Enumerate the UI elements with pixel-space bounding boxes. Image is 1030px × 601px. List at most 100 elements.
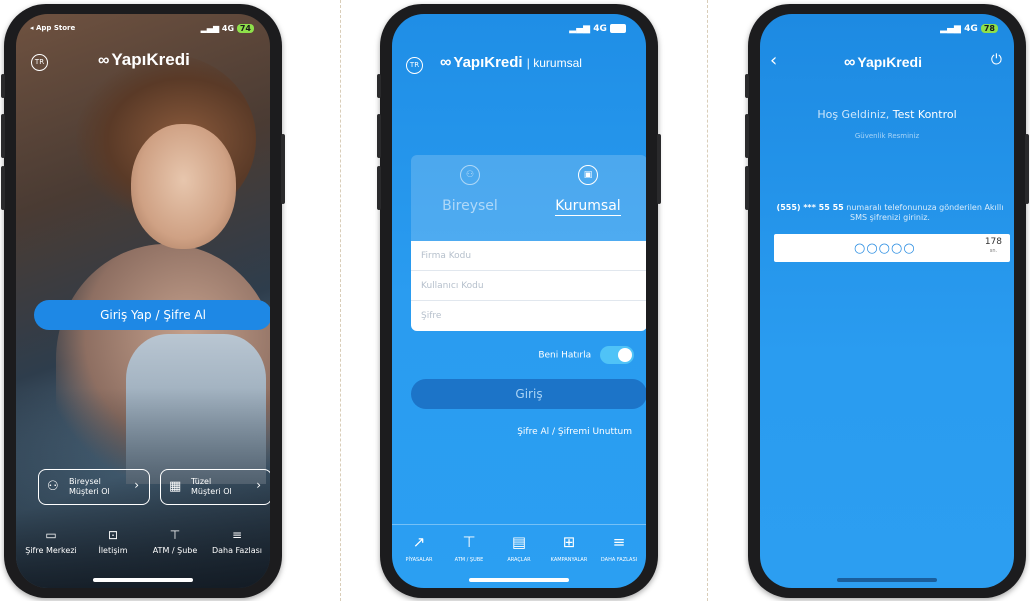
status-bar: ▂▄▆ 4G 78: [940, 24, 998, 34]
sms-verify-screen: ▂▄▆ 4G 78 ‹ ∞ YapıKredi ⏻ Hoş Geldiniz, T…: [760, 14, 1014, 588]
atm-icon: ⊤: [462, 533, 476, 551]
login-button[interactable]: Giriş: [411, 379, 646, 409]
nav-label: ARAÇLAR: [507, 557, 531, 563]
nav-label: KAMPANYALAR: [550, 557, 588, 563]
nav-label: Daha Fazlası: [211, 546, 263, 555]
gift-icon: ⊞: [562, 533, 576, 551]
nav-atm-branch[interactable]: ⊤ ATM / Şube: [144, 528, 206, 555]
nav-label: ATM / ŞUBE: [454, 557, 484, 563]
person-icon: ⚇: [460, 165, 480, 185]
tab-corporate[interactable]: ▣ Kurumsal: [533, 165, 643, 216]
power-off-icon[interactable]: ⏻: [991, 52, 1002, 68]
nav-label: İletişim: [98, 546, 128, 555]
battery-icon: 78: [980, 24, 998, 33]
login-button[interactable]: Giriş Yap / Şifre Al: [34, 300, 270, 330]
welcome-text: Hoş Geldiniz, Test Kontrol: [760, 108, 1014, 121]
tools-icon: ▤: [511, 533, 527, 551]
status-bar: ▂▄▆ 4G 74: [201, 24, 254, 33]
home-indicator[interactable]: [837, 578, 937, 582]
briefcase-icon: ▣: [578, 165, 598, 185]
nav-password-center[interactable]: ▭ Şifre Merkezi: [20, 528, 82, 555]
language-button[interactable]: TR: [406, 57, 423, 74]
language-button[interactable]: TR: [31, 54, 48, 71]
logo-text: YapıKredi: [453, 54, 523, 71]
network-label: 4G: [221, 24, 235, 33]
side-button: [745, 74, 749, 98]
chevron-right-icon: ›: [256, 478, 261, 492]
side-button: [377, 166, 381, 210]
power-button: [1025, 134, 1029, 204]
remember-toggle[interactable]: [600, 346, 634, 364]
logo-mark-icon: ∞: [844, 54, 856, 71]
battery-icon: [610, 24, 626, 33]
phone-sms-verify: ▂▄▆ 4G 78 ‹ ∞ YapıKredi ⏻ Hoş Geldiniz, T…: [745, 4, 1029, 598]
card-line2: Müşteri Ol: [191, 487, 232, 496]
user-name: Test Kontrol: [892, 108, 957, 121]
logo-text: YapıKredi: [111, 50, 190, 69]
side-button: [745, 166, 749, 210]
individual-customer-button[interactable]: ⚇ Bireysel Müşteri Ol ›: [38, 469, 150, 505]
countdown-timer: 178 sn.: [985, 238, 1002, 256]
home-indicator[interactable]: [93, 578, 193, 582]
otp-dots: ○○○○○: [854, 241, 916, 256]
atm-icon: ⊤: [169, 528, 181, 542]
nav-more[interactable]: ≡ DAHA FAZLASI: [594, 533, 644, 563]
masked-phone: (555) *** 55 55: [776, 203, 844, 212]
logo-sub: kurumsal: [533, 56, 582, 70]
status-back-app[interactable]: ◂ App Store: [30, 24, 75, 32]
power-button: [281, 134, 285, 204]
firm-code-field[interactable]: Firma Kodu: [411, 241, 646, 271]
sms-code-input[interactable]: ○○○○○ 178 sn.: [774, 234, 1010, 262]
logo-mark-icon: ∞: [440, 54, 452, 71]
card-line1: Tüzel: [191, 477, 212, 486]
battery-icon: 74: [236, 24, 254, 33]
password-icon: ▭: [45, 528, 57, 542]
nav-label: PİYASALAR: [405, 557, 433, 563]
divider-right: [707, 0, 708, 601]
password-field[interactable]: Şifre: [411, 301, 646, 331]
chevron-right-icon: ›: [134, 478, 139, 492]
signal-icon: ▂▄▆: [940, 24, 961, 34]
forgot-password-link[interactable]: Şifre Al / Şifremi Unuttum: [517, 427, 632, 437]
login-screen: ▂▄▆ 4G TR ∞ YapıKredi | kurumsal ⚇ Bireys…: [392, 14, 646, 588]
side-button: [377, 114, 381, 158]
menu-icon: ≡: [231, 528, 243, 542]
nav-atm-branch[interactable]: ⊤ ATM / ŞUBE: [444, 533, 494, 563]
back-icon[interactable]: ‹: [770, 50, 777, 71]
building-icon: ▦: [169, 479, 182, 494]
remember-me: Beni Hatırla: [538, 346, 634, 364]
power-button: [657, 134, 661, 204]
corporate-customer-button[interactable]: ▦ Tüzel Müşteri Ol ›: [160, 469, 270, 505]
signal-icon: ▂▄▆: [569, 24, 591, 34]
nav-more[interactable]: ≡ Daha Fazlası: [206, 528, 268, 555]
home-indicator[interactable]: [469, 578, 569, 582]
nav-markets[interactable]: ↗ PİYASALAR: [394, 533, 444, 563]
nav-contact[interactable]: ⊡ İletişim: [82, 528, 144, 555]
phone-welcome: ◂ App Store ▂▄▆ 4G 74 TR ∞ YapıKredi Giri…: [1, 4, 285, 598]
side-button: [1, 74, 5, 98]
divider-left: [340, 0, 341, 601]
brand-logo: ∞ YapıKredi: [98, 50, 190, 70]
phone-login: ▂▄▆ 4G TR ∞ YapıKredi | kurumsal ⚇ Bireys…: [377, 4, 661, 598]
nav-campaigns[interactable]: ⊞ KAMPANYALAR: [544, 533, 594, 563]
logo-text: YapıKredi: [857, 54, 922, 70]
nav-label: DAHA FAZLASI: [600, 557, 638, 563]
side-button: [1, 114, 5, 158]
card-line2: Müşteri Ol: [69, 487, 110, 496]
side-button: [377, 74, 381, 98]
user-code-field[interactable]: Kullanıcı Kodu: [411, 271, 646, 301]
signal-icon: ▂▄▆: [200, 24, 220, 33]
photo-woman: [131, 124, 236, 249]
toggle-knob: [618, 348, 632, 362]
login-form: Firma Kodu Kullanıcı Kodu Şifre: [411, 241, 646, 331]
nav-label: Şifre Merkezi: [25, 546, 77, 555]
nav-tools[interactable]: ▤ ARAÇLAR: [494, 533, 544, 563]
nav-label: ATM / Şube: [152, 546, 198, 555]
side-button: [1, 166, 5, 210]
countdown-unit: sn.: [989, 248, 998, 254]
side-button: [745, 114, 749, 158]
tab-individual[interactable]: ⚇ Bireysel: [415, 165, 525, 214]
welcome-prefix: Hoş Geldiniz,: [817, 108, 890, 121]
logo-mark-icon: ∞: [98, 52, 110, 69]
menu-icon: ≡: [612, 533, 626, 551]
